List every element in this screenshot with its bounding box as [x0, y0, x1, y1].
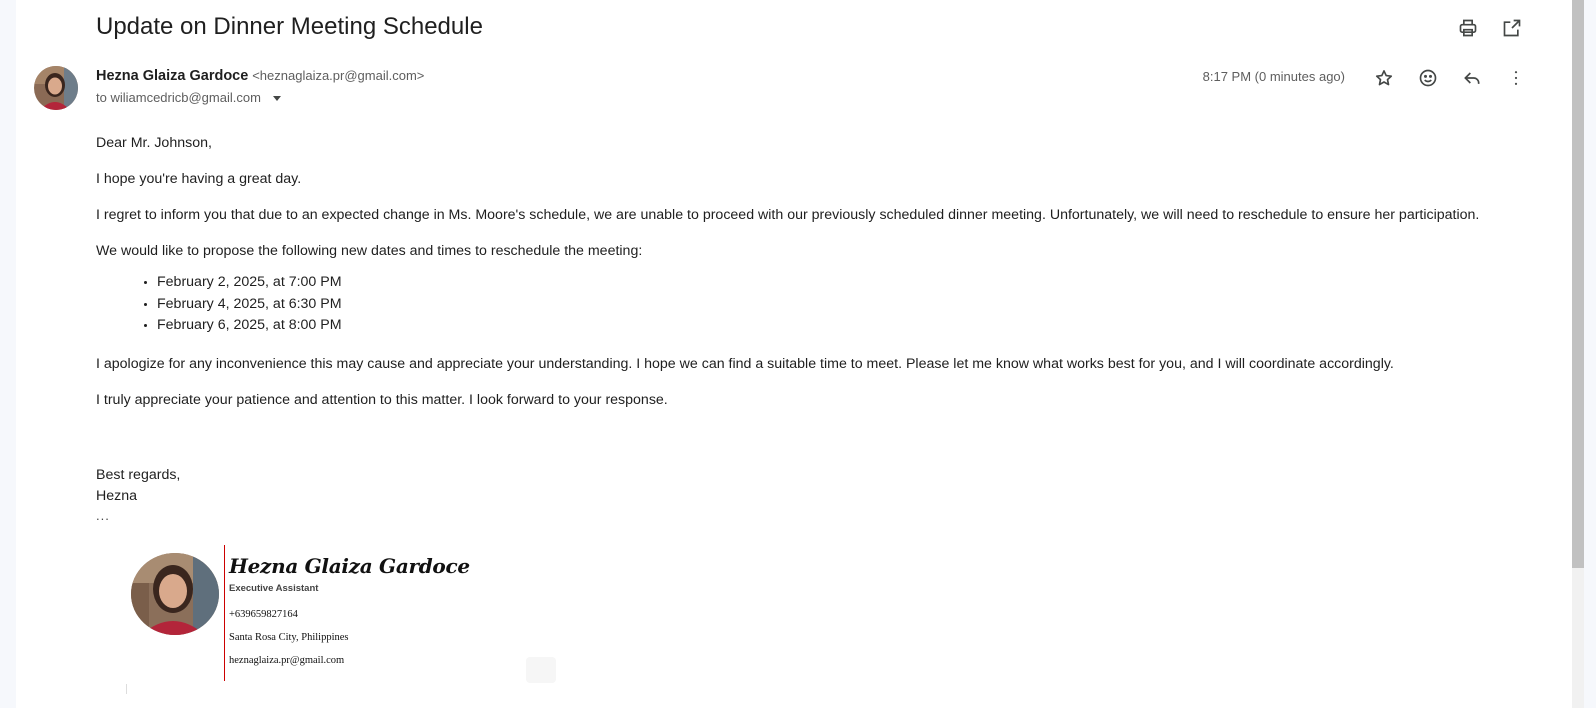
scrollbar-thumb[interactable] [1572, 0, 1584, 568]
signature-faint-element [526, 657, 556, 683]
sender-email: <heznaglaiza.pr@gmail.com> [252, 68, 425, 83]
list-item: February 4, 2025, at 6:30 PM [157, 294, 1516, 316]
message-actions [1372, 66, 1528, 90]
chevron-down-icon[interactable] [272, 96, 281, 101]
star-icon[interactable] [1372, 66, 1396, 90]
body-paragraph: I hope you're having a great day. [96, 171, 302, 187]
greeting: Dear Mr. Johnson, [96, 135, 212, 151]
signature-location: Santa Rosa City, Philippines [229, 632, 349, 643]
body-paragraph: We would like to propose the following n… [96, 243, 643, 259]
email-subject: Update on Dinner Meeting Schedule [96, 13, 483, 40]
sender-avatar[interactable] [34, 66, 78, 110]
reply-icon[interactable] [1460, 66, 1484, 90]
signoff: Best regards, Hezna [96, 465, 180, 507]
print-icon[interactable] [1456, 16, 1480, 40]
email-timestamp: 8:17 PM (0 minutes ago) [1202, 69, 1345, 84]
emoji-reaction-icon[interactable] [1416, 66, 1440, 90]
proposed-dates-list: February 2, 2025, at 7:00 PM February 4,… [96, 272, 1516, 337]
email-body: Dear Mr. Johnson, I hope you're having a… [96, 134, 1516, 427]
sender-name[interactable]: Hezna Glaiza Gardoce [96, 68, 248, 84]
signature-name: Hezna Glaiza Gardoce [229, 554, 470, 578]
subject-toolbar [1456, 16, 1524, 40]
signature-divider [224, 545, 225, 681]
open-in-new-window-icon[interactable] [1500, 16, 1524, 40]
scrollbar[interactable] [1572, 0, 1584, 708]
email-reading-pane: Update on Dinner Meeting Schedule Hezna … [16, 0, 1572, 708]
signature-email[interactable]: heznaglaiza.pr@gmail.com [229, 655, 344, 666]
signature-photo [131, 553, 219, 635]
list-item: February 6, 2025, at 8:00 PM [157, 315, 1516, 337]
signature-title: Executive Assistant [229, 583, 319, 594]
recipient-line: to wiliamcedricb@gmail.com [96, 90, 281, 105]
closing-text: Best regards, [96, 467, 181, 483]
divider [126, 684, 127, 694]
signoff-name: Hezna [96, 488, 138, 504]
show-trimmed-content-button[interactable]: ... [96, 508, 110, 523]
body-paragraph: I apologize for any inconvenience this m… [96, 355, 1394, 372]
email-signature: Hezna Glaiza Gardoce Executive Assistant… [131, 545, 470, 685]
body-paragraph: I truly appreciate your patience and att… [96, 391, 668, 408]
signature-phone: +639659827164 [229, 609, 298, 620]
recipient-text: to wiliamcedricb@gmail.com [96, 90, 261, 105]
body-paragraph: I regret to inform you that due to an ex… [96, 207, 1480, 223]
sender-line: Hezna Glaiza Gardoce <heznaglaiza.pr@gma… [96, 67, 424, 84]
more-vertical-icon[interactable] [1504, 66, 1528, 90]
list-item: February 2, 2025, at 7:00 PM [157, 272, 1516, 294]
